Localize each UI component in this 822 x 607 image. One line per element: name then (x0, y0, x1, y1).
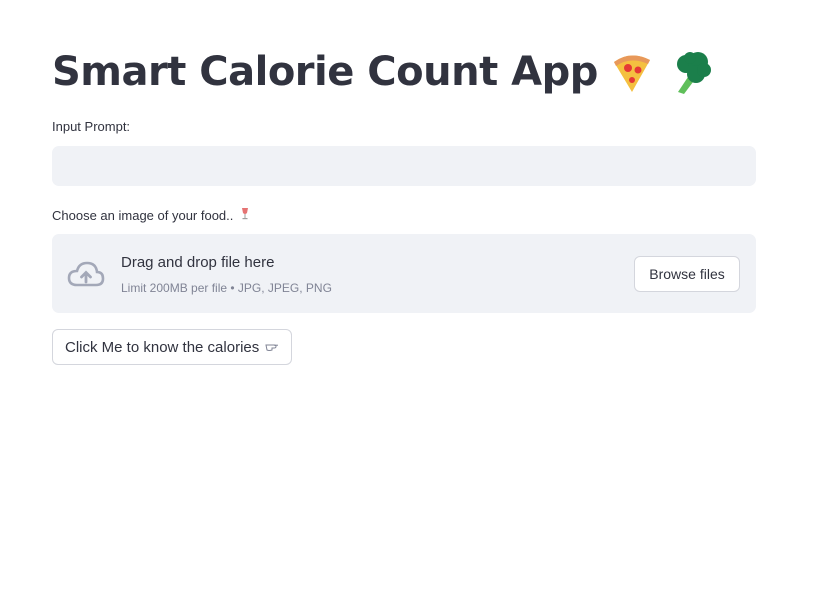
prompt-input[interactable] (52, 146, 756, 186)
calculate-button-label: Click Me to know the calories (65, 338, 260, 356)
page-header: Smart Calorie Count App (52, 44, 714, 100)
browse-files-button[interactable]: Browse files (634, 256, 740, 292)
prompt-label: Input Prompt: (52, 119, 131, 134)
page-title: Smart Calorie Count App (52, 49, 598, 95)
pointing-hand-icon (265, 339, 279, 356)
dropzone-instruction: Drag and drop file here (121, 254, 275, 271)
uploader-label: Choose an image of your food.. (52, 208, 234, 223)
broccoli-icon (666, 48, 714, 96)
calculate-calories-button[interactable]: Click Me to know the calories (52, 329, 293, 365)
cloud-upload-icon (67, 259, 105, 289)
file-dropzone[interactable]: Drag and drop file here Limit 200MB per … (52, 234, 756, 313)
pizza-icon (608, 48, 656, 96)
dropzone-limit: Limit 200MB per file • JPG, JPEG, PNG (121, 281, 332, 295)
uploader-label-row: Choose an image of your food.. (52, 207, 251, 224)
wine-glass-icon (239, 207, 251, 224)
